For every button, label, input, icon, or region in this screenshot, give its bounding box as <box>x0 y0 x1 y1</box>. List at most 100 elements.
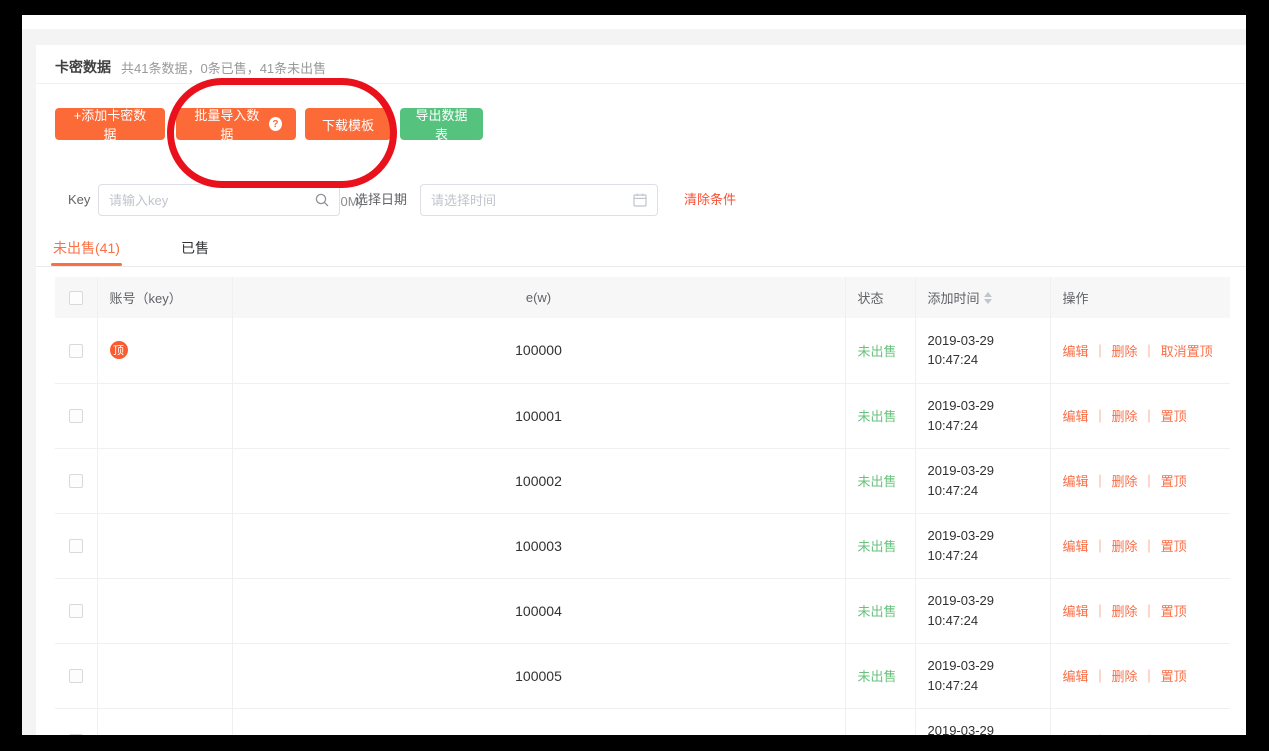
status-badge: 未出售 <box>857 604 897 619</box>
tab-sold-label: 已售 <box>181 240 209 256</box>
action-separator: ｜ <box>1142 343 1156 359</box>
edit-link[interactable]: 编辑 <box>1063 734 1089 735</box>
tab-bar: 未出售(41) 已售 <box>36 235 1246 267</box>
added-time: 2019-03-29 10:47:24 <box>915 578 1051 644</box>
pin-toggle-link[interactable]: 置顶 <box>1161 539 1187 554</box>
key-search-field <box>98 184 340 216</box>
top-white-strip <box>22 15 1246 29</box>
tab-sold[interactable]: 已售 <box>181 235 209 266</box>
date-picker-field <box>420 184 658 216</box>
export-data-label: 导出数据表 <box>415 108 468 142</box>
table-row: 2019-03-29 10:47:24 编辑 ｜ 删除 ｜ 置顶 <box>55 708 1230 735</box>
table-row: 100005 未出售 2019-03-29 10:47:24 编辑 ｜ 删除 ｜ 置顶 <box>55 643 1230 709</box>
table-header-row: 账号（key） e(w) 状态 添加时间 操作 <box>55 277 1230 318</box>
action-separator: ｜ <box>1142 539 1156 554</box>
ew-value: 100002 <box>232 448 846 514</box>
edit-link[interactable]: 编辑 <box>1063 474 1089 489</box>
delete-link[interactable]: 删除 <box>1112 409 1138 424</box>
row-checkbox[interactable] <box>68 474 83 489</box>
data-summary: 共41条数据，0条已售，41条未出售 <box>121 60 327 76</box>
help-icon: ? <box>268 117 282 131</box>
tab-unsold[interactable]: 未出售(41) <box>51 235 122 266</box>
table-row: 100001 未出售 2019-03-29 10:47:24 编辑 ｜ 删除 ｜ 置顶 <box>55 383 1230 449</box>
pin-toggle-link[interactable]: 置顶 <box>1161 474 1187 489</box>
active-tab-underline <box>51 263 122 266</box>
calendar-icon[interactable] <box>632 192 648 208</box>
added-time: 2019-03-29 10:47:24 <box>915 318 1051 384</box>
filter-bar: Key 选择日期 清除条件 <box>36 184 1246 216</box>
row-checkbox[interactable] <box>68 539 83 554</box>
status-badge: 未出售 <box>857 669 897 684</box>
add-card-data-label: +添加卡密数据 <box>73 108 147 142</box>
action-separator: ｜ <box>1142 474 1156 489</box>
col-header-ew: e(w) <box>232 277 846 318</box>
pin-toggle-link[interactable]: 置顶 <box>1161 669 1187 684</box>
ew-value: 100005 <box>232 643 846 709</box>
delete-link[interactable]: 删除 <box>1112 669 1138 684</box>
added-time: 2019-03-29 10:47:24 <box>915 708 1051 735</box>
action-separator: ｜ <box>1143 734 1156 735</box>
col-header-time-label: 添加时间 <box>927 291 980 306</box>
clear-filters-link[interactable]: 清除条件 <box>684 184 736 216</box>
row-checkbox[interactable] <box>68 409 83 424</box>
delete-link[interactable]: 删除 <box>1112 344 1138 359</box>
row-checkbox[interactable] <box>68 669 83 684</box>
added-time: 2019-03-29 10:47:24 <box>915 513 1051 579</box>
table-row: 顶 100000 未出售 2019-03-29 10:47:24 编辑 ｜ 删除 ｜ 取… <box>55 318 1230 384</box>
action-separator: ｜ <box>1094 734 1107 735</box>
ew-value <box>232 708 846 735</box>
card-data-panel: 卡密数据 共41条数据，0条已售，41条未出售 +添加卡密数据 批量导入数据 ?… <box>36 45 1246 735</box>
action-separator: ｜ <box>1142 409 1156 424</box>
edit-link[interactable]: 编辑 <box>1063 669 1089 684</box>
search-icon[interactable] <box>314 192 330 208</box>
ew-value: 100000 <box>232 318 846 384</box>
sort-icon[interactable] <box>983 292 992 304</box>
col-header-actions: 操作 <box>1050 277 1230 318</box>
action-separator: ｜ <box>1093 343 1107 359</box>
row-checkbox[interactable] <box>68 604 83 619</box>
col-header-account: 账号（key） <box>97 277 233 318</box>
action-separator: ｜ <box>1093 409 1107 424</box>
status-badge: 未出售 <box>857 539 897 554</box>
select-all-checkbox[interactable] <box>68 291 83 306</box>
download-template-button[interactable]: 下载模板 <box>305 108 391 140</box>
edit-link[interactable]: 编辑 <box>1063 409 1089 424</box>
export-data-button[interactable]: 导出数据表 <box>400 108 483 142</box>
added-time: 2019-03-29 10:47:24 <box>915 383 1051 449</box>
edit-link[interactable]: 编辑 <box>1063 604 1089 619</box>
delete-link[interactable]: 删除 <box>1112 539 1138 554</box>
key-filter-label: Key <box>68 192 91 207</box>
action-separator: ｜ <box>1142 669 1156 684</box>
date-filter-label: 选择日期 <box>355 192 408 207</box>
row-checkbox[interactable] <box>68 734 83 735</box>
batch-import-label: 批量导入数据 <box>194 108 260 142</box>
edit-link[interactable]: 编辑 <box>1063 344 1089 359</box>
pin-toggle-link[interactable]: 置顶 <box>1161 409 1187 424</box>
page-title: 卡密数据 <box>55 59 111 75</box>
batch-import-button[interactable]: 批量导入数据 ? <box>176 108 296 142</box>
col-header-time[interactable]: 添加时间 <box>915 277 1051 318</box>
ew-value: 100003 <box>232 513 846 579</box>
key-search-input[interactable] <box>99 185 314 215</box>
ew-value: 100001 <box>232 383 846 449</box>
add-card-data-button[interactable]: +添加卡密数据 <box>55 108 165 142</box>
pin-toggle-link[interactable]: 取消置顶 <box>1161 344 1213 359</box>
row-checkbox[interactable] <box>68 344 83 359</box>
edit-link[interactable]: 编辑 <box>1063 539 1089 554</box>
table-row: 100004 未出售 2019-03-29 10:47:24 编辑 ｜ 删除 ｜ 置顶 <box>55 578 1230 644</box>
tab-unsold-label: 未出售(41) <box>53 240 120 256</box>
delete-link[interactable]: 删除 <box>1112 734 1138 735</box>
download-template-label: 下载模板 <box>321 117 374 133</box>
action-separator: ｜ <box>1093 474 1107 489</box>
card-data-table: 账号（key） e(w) 状态 添加时间 操作 顶 100000 未出售 201… <box>55 277 1230 735</box>
panel-header: 卡密数据 共41条数据，0条已售，41条未出售 <box>55 57 326 77</box>
delete-link[interactable]: 删除 <box>1112 474 1138 489</box>
status-badge: 未出售 <box>857 474 897 489</box>
date-picker-input[interactable] <box>421 185 632 215</box>
status-badge: 未出售 <box>857 409 897 424</box>
delete-link[interactable]: 删除 <box>1112 604 1138 619</box>
pinned-top-badge: 顶 <box>109 341 128 360</box>
pin-toggle-link[interactable]: 置顶 <box>1161 734 1187 735</box>
pin-toggle-link[interactable]: 置顶 <box>1161 604 1187 619</box>
added-time: 2019-03-29 10:47:24 <box>915 448 1051 514</box>
